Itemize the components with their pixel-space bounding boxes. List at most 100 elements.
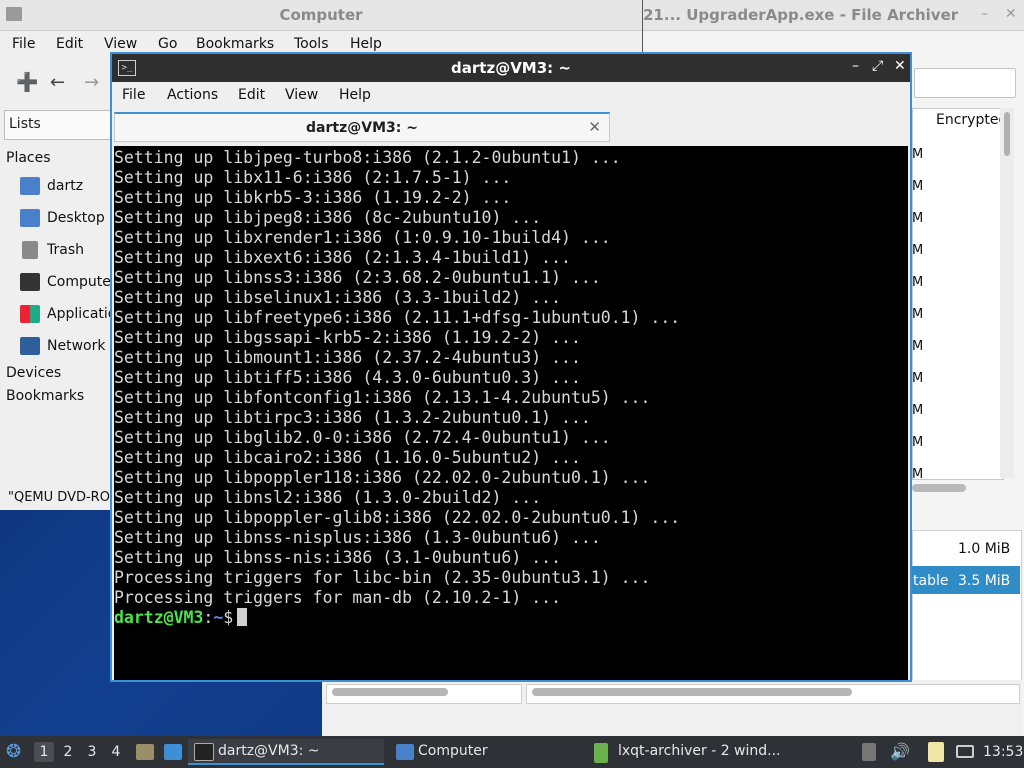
menu-view[interactable]: View [104,36,137,52]
truncated-cell: M [912,179,924,194]
terminal-titlebar[interactable]: >_ dartz@VM3: ~ – ⤢ ✕ [112,54,910,82]
forward-arrow-icon[interactable]: → [84,72,99,93]
terminal-line: Setting up libtiff5:i386 (4.3.0-6ubuntu0… [114,368,581,387]
computer-icon [20,273,40,291]
task-archiver-label: lxqt-archiver - 2 wind... [618,743,781,759]
truncated-cell: M [912,403,924,418]
workspace-2[interactable]: 2 [58,742,78,762]
row-size-2: 3.5 MiB [958,573,1011,589]
archiver-scroll-thumb[interactable] [1004,112,1010,156]
menu-go[interactable]: Go [158,36,177,52]
folder-task-icon [396,744,414,760]
start-menu-icon[interactable]: ❂ [6,741,21,762]
menu-edit[interactable]: Edit [238,87,265,103]
terminal-line: Setting up libmount1:i386 (2.37.2-4ubunt… [114,348,581,367]
task-computer-label: Computer [418,743,488,759]
archiver-window-title: 21... UpgraderApp.exe - File Archiver [643,6,959,24]
devices-heading[interactable]: Devices [6,365,61,381]
minimize-icon[interactable]: – [981,6,988,22]
task-archiver[interactable]: lxqt-archiver - 2 wind... [588,739,808,765]
menu-file[interactable]: File [12,36,35,52]
close-icon[interactable]: ✕ [894,58,906,74]
clock[interactable]: 13:53 [983,744,1023,760]
menu-help[interactable]: Help [350,36,382,52]
clipboard-icon[interactable] [862,743,876,761]
archiver-bottom-panel [322,680,1022,736]
trash-icon [22,241,38,259]
taskbar: ❂ 1 2 3 4 dartz@VM3: ~ Computer lxqt-arc… [0,736,1024,768]
menu-help[interactable]: Help [339,87,371,103]
right-horizontal-scrollbar[interactable] [532,688,852,696]
menu-file[interactable]: File [122,87,145,103]
menu-actions[interactable]: Actions [167,87,218,103]
workspace-1[interactable]: 1 [34,742,54,762]
maximize-icon[interactable]: ⤢ [872,58,883,74]
column-header-encrypted[interactable]: Encrypted [936,112,1007,128]
menu-bookmarks[interactable]: Bookmarks [196,36,274,52]
terminal-line: Setting up libxrender1:i386 (1:0.9.10-1b… [114,228,611,247]
archiver-vertical-scrollbar[interactable] [1000,108,1014,478]
new-tab-icon[interactable]: ➕ [16,72,38,93]
show-desktop-icon[interactable] [164,744,182,760]
truncated-cell: M [912,275,924,290]
terminal-line: Setting up libnsl2:i386 (1.3.0-2build2) … [114,488,542,507]
home-folder-icon [20,177,40,195]
sidebar-item-network[interactable]: Network [47,338,105,354]
menu-tools[interactable]: Tools [294,36,329,52]
network-icon [20,337,40,355]
sidebar-item-trash[interactable]: Trash [47,242,84,258]
side-pane-mode-selector[interactable]: Lists [4,110,112,140]
sidebar-item-dartz[interactable]: dartz [47,178,83,194]
terminal-line: Processing triggers for man-db (2.10.2-1… [114,588,562,607]
task-terminal[interactable]: dartz@VM3: ~ [188,739,384,765]
tab-close-icon[interactable]: ✕ [588,118,601,136]
truncated-cell: M [912,435,924,450]
volume-icon[interactable]: 🔊 [890,742,910,761]
applications-icon [20,305,40,323]
terminal-line: Setting up libjpeg-turbo8:i386 (2.1.2-0u… [114,148,621,167]
terminal-prompt-line: dartz@VM3:~$ [114,608,680,628]
row-size-1: 1.0 MiB [958,541,1011,557]
terminal-tab[interactable]: dartz@VM3: ~ ✕ [114,112,610,142]
menu-edit[interactable]: Edit [56,36,83,52]
truncated-cell: M [912,147,924,162]
workspace-4[interactable]: 4 [106,742,126,762]
sidebar-item-applications[interactable]: Applicatio [47,306,116,322]
archiver-titlebar[interactable]: 21... UpgraderApp.exe - File Archiver – … [643,0,1024,31]
terminal-text: Setting up libjpeg-turbo8:i386 (2.1.2-0u… [114,148,680,628]
file-manager-launcher-icon[interactable] [136,744,154,760]
prompt-user: dartz@VM3 [114,608,204,627]
truncated-cell: M [912,307,924,322]
archiver-search-input[interactable] [914,68,1016,98]
prompt-path: ~ [213,608,224,627]
terminal-tab-label: dartz@VM3: ~ [306,120,418,136]
terminal-line: Setting up libcairo2:i386 (1.16.0-5ubunt… [114,448,581,467]
places-heading[interactable]: Places [6,150,51,166]
sidebar-item-desktop[interactable]: Desktop [47,210,105,226]
sidebar-item-computer[interactable]: Compute [47,274,111,290]
network-status-icon[interactable] [956,745,974,758]
back-arrow-icon[interactable]: ← [50,72,65,93]
terminal-line: Setting up libfontconfig1:i386 (2.13.1-4… [114,388,651,407]
task-computer[interactable]: Computer [388,739,584,765]
terminal-line: Setting up libfreetype6:i386 (2.11.1+dfs… [114,308,681,327]
truncated-cell: M [912,243,924,258]
text-cursor [237,608,248,626]
bookmarks-heading[interactable]: Bookmarks [6,388,84,404]
menu-view[interactable]: View [285,87,318,103]
terminal-line: Setting up libxext6:i386 (2:1.3.4-1build… [114,248,571,267]
terminal-line: Setting up libnss-nisplus:i386 (1.3-0ubu… [114,528,601,547]
minimize-icon[interactable]: – [852,58,859,74]
terminal-line: Setting up libpoppler-glib8:i386 (22.02.… [114,508,681,527]
file-manager-titlebar[interactable]: Computer [0,0,642,31]
archiver-horizontal-scrollbar[interactable] [912,484,966,492]
left-horizontal-scrollbar[interactable] [332,688,448,696]
archiver-file-list[interactable] [912,108,1004,480]
workspace-3[interactable]: 3 [82,742,102,762]
terminal-output[interactable]: Setting up libjpeg-turbo8:i386 (2.1.2-0u… [114,146,908,680]
close-icon[interactable]: ✕ [1005,6,1017,22]
desktop-folder-icon [20,209,40,227]
terminal-line: Processing triggers for libc-bin (2.35-0… [114,568,651,587]
notes-icon[interactable] [928,742,944,762]
terminal-window: >_ dartz@VM3: ~ – ⤢ ✕ File Actions Edit … [110,52,912,682]
